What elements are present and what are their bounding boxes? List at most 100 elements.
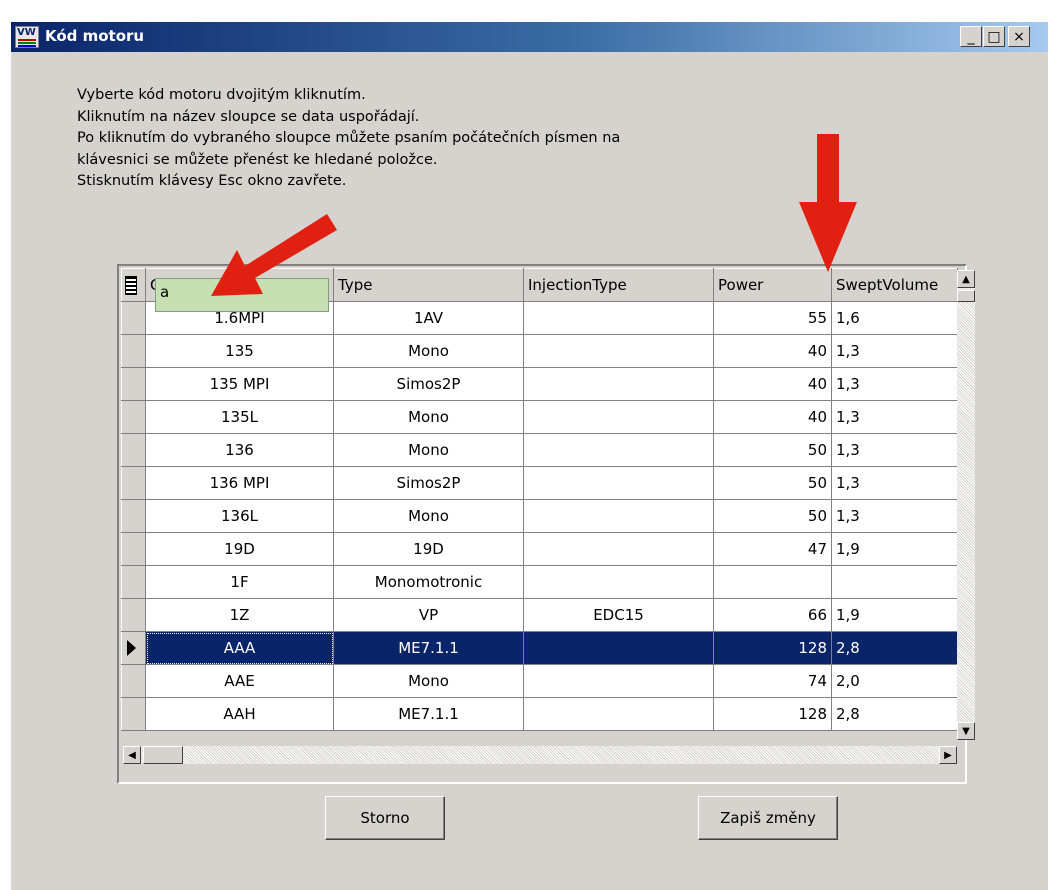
row-header[interactable] [121,301,146,335]
cell-swept-volume[interactable]: 1,3 [831,367,958,401]
table-row[interactable]: AAH ME7.1.1 128 2,8 [121,697,958,731]
cell-injection-type[interactable] [523,631,714,665]
table-row[interactable]: 135 MPI Simos2P 40 1,3 [121,367,958,401]
cell-swept-volume[interactable]: 2,8 [831,697,958,731]
vertical-scroll-thumb[interactable] [957,290,975,302]
column-header-injection-type[interactable]: InjectionType [523,268,714,302]
cell-injection-type[interactable] [523,697,714,731]
row-header[interactable] [121,433,146,467]
horizontal-scrollbar[interactable]: ◀ ▶ [123,746,957,764]
cell-injection-type[interactable] [523,532,714,566]
cell-code[interactable]: AAH [145,697,334,731]
horizontal-scroll-thumb[interactable] [143,746,183,764]
cell-power[interactable]: 128 [713,631,832,665]
cell-type[interactable]: Simos2P [333,367,524,401]
cell-power[interactable]: 55 [713,301,832,335]
cell-injection-type[interactable] [523,499,714,533]
cell-swept-volume[interactable]: 1,6 [831,301,958,335]
cell-type[interactable]: ME7.1.1 [333,631,524,665]
table-row[interactable]: 136 Mono 50 1,3 [121,433,958,467]
cell-injection-type[interactable]: EDC15 [523,598,714,632]
row-header[interactable] [121,499,146,533]
row-header[interactable] [121,334,146,368]
row-header[interactable] [121,631,146,665]
cell-type[interactable]: 1AV [333,301,524,335]
cell-code[interactable]: 136L [145,499,334,533]
table-row[interactable]: 19D 19D 47 1,9 [121,532,958,566]
table-row[interactable]: AAA ME7.1.1 128 2,8 [121,631,958,665]
row-header[interactable] [121,598,146,632]
scroll-left-button[interactable]: ◀ [123,746,141,764]
table-row[interactable]: 1F Monomotronic [121,565,958,599]
cell-power[interactable]: 74 [713,664,832,698]
maximize-button[interactable]: □ [983,26,1005,47]
cell-type[interactable]: Monomotronic [333,565,524,599]
cell-swept-volume[interactable]: 1,3 [831,400,958,434]
cell-type[interactable]: ME7.1.1 [333,697,524,731]
grid-corner[interactable] [121,268,146,302]
cell-type[interactable]: Simos2P [333,466,524,500]
cell-power[interactable]: 50 [713,466,832,500]
cell-power[interactable]: 40 [713,367,832,401]
cell-power[interactable]: 50 [713,499,832,533]
cell-swept-volume[interactable]: 2,0 [831,664,958,698]
cell-swept-volume[interactable]: 1,3 [831,334,958,368]
row-header[interactable] [121,664,146,698]
row-header[interactable] [121,532,146,566]
table-row[interactable]: 136L Mono 50 1,3 [121,499,958,533]
table-row[interactable]: AAE Mono 74 2,0 [121,664,958,698]
cell-power[interactable]: 40 [713,334,832,368]
cell-type[interactable]: Mono [333,433,524,467]
cell-type[interactable]: Mono [333,400,524,434]
cell-injection-type[interactable] [523,565,714,599]
row-header[interactable] [121,466,146,500]
cell-type[interactable]: Mono [333,499,524,533]
cell-power[interactable]: 128 [713,697,832,731]
cell-code[interactable]: 1F [145,565,334,599]
cell-power[interactable] [713,565,832,599]
cell-injection-type[interactable] [523,433,714,467]
minimize-button[interactable]: _ [960,26,982,47]
cell-injection-type[interactable] [523,400,714,434]
cell-injection-type[interactable] [523,664,714,698]
cell-power[interactable]: 40 [713,400,832,434]
table-row[interactable]: 1Z VP EDC15 66 1,9 [121,598,958,632]
cell-injection-type[interactable] [523,367,714,401]
cell-code[interactable]: 135 [145,334,334,368]
cell-type[interactable]: Mono [333,334,524,368]
cell-code[interactable]: 19D [145,532,334,566]
cell-code[interactable]: 1Z [145,598,334,632]
cell-swept-volume[interactable]: 2,8 [831,631,958,665]
column-header-type[interactable]: Type [333,268,524,302]
cell-code[interactable]: AAA [145,631,334,665]
cell-swept-volume[interactable] [831,565,958,599]
table-row[interactable]: 135L Mono 40 1,3 [121,400,958,434]
cell-power[interactable]: 50 [713,433,832,467]
row-header[interactable] [121,400,146,434]
cell-swept-volume[interactable]: 1,9 [831,532,958,566]
engine-code-grid[interactable]: Code Type InjectionType Power SweptVolum… [117,264,975,784]
save-changes-button[interactable]: Zapiš změny [698,796,838,840]
cell-type[interactable]: Mono [333,664,524,698]
cell-type[interactable]: 19D [333,532,524,566]
row-header[interactable] [121,367,146,401]
row-header[interactable] [121,697,146,731]
scroll-up-button[interactable]: ▲ [957,270,975,288]
cell-swept-volume[interactable]: 1,9 [831,598,958,632]
scroll-right-button[interactable]: ▶ [939,746,957,764]
table-row[interactable]: 135 Mono 40 1,3 [121,334,958,368]
cell-code[interactable]: 136 [145,433,334,467]
scroll-down-button[interactable]: ▼ [957,722,975,740]
cell-swept-volume[interactable]: 1,3 [831,499,958,533]
cell-code[interactable]: AAE [145,664,334,698]
cell-code[interactable]: 136 MPI [145,466,334,500]
cancel-button[interactable]: Storno [325,796,445,840]
cell-type[interactable]: VP [333,598,524,632]
cell-injection-type[interactable] [523,334,714,368]
cell-power[interactable]: 47 [713,532,832,566]
vertical-scrollbar[interactable]: ▲ ▼ [957,270,975,740]
table-row[interactable]: 136 MPI Simos2P 50 1,3 [121,466,958,500]
row-header[interactable] [121,565,146,599]
cell-injection-type[interactable] [523,301,714,335]
cell-code[interactable]: 135L [145,400,334,434]
